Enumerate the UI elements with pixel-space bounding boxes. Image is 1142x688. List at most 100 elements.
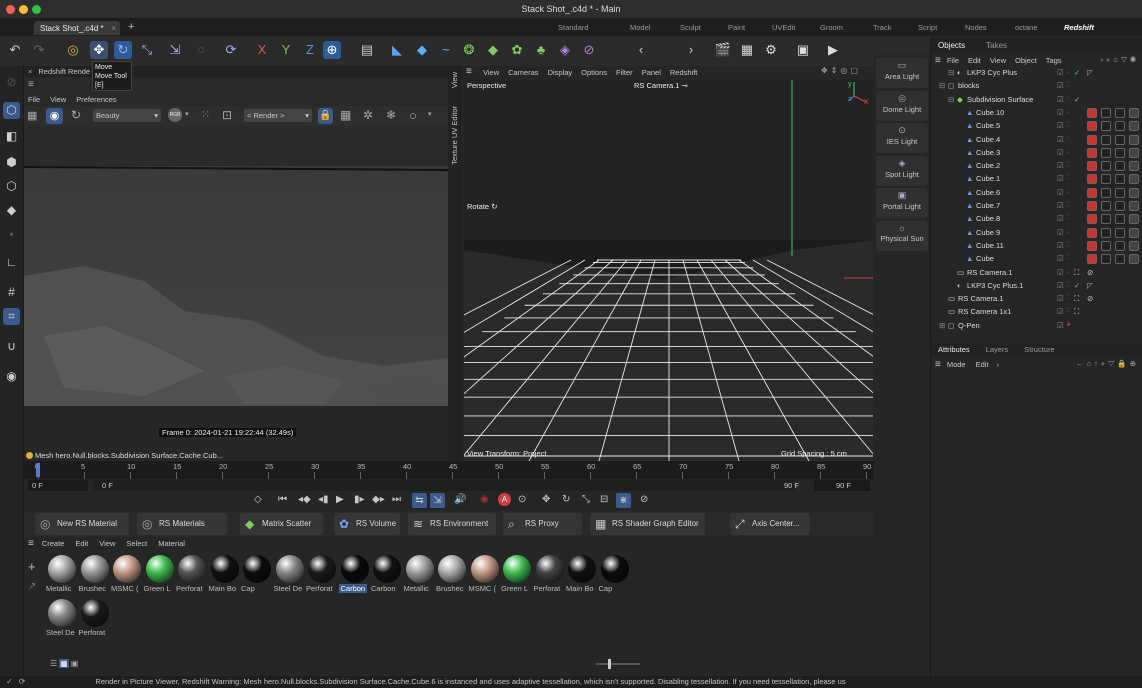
next-icon[interactable]: › bbox=[682, 41, 700, 59]
layer-checkbox-icon[interactable]: ☑ bbox=[1057, 212, 1064, 225]
close-tab-icon[interactable]: × bbox=[111, 24, 116, 33]
hamburger-menu-icon[interactable]: ≡ bbox=[28, 79, 34, 90]
tag-icon[interactable] bbox=[1087, 147, 1097, 158]
object-manager-tools-icons[interactable]: ›⌕⌂▽◉ bbox=[1101, 55, 1139, 65]
snap-icon[interactable]: # bbox=[3, 284, 20, 301]
visibility-dots-icon[interactable]: ⁚ bbox=[1067, 146, 1069, 159]
visibility-dots-icon[interactable]: ⁚ bbox=[1067, 239, 1069, 252]
tag-icon[interactable] bbox=[1115, 214, 1125, 225]
tag-icon[interactable] bbox=[1087, 240, 1097, 251]
y-axis-icon[interactable]: Y bbox=[277, 41, 295, 59]
render-view-menu-preferences[interactable]: Preferences bbox=[76, 95, 116, 104]
tag-icon[interactable] bbox=[1129, 201, 1139, 211]
scale-tool-icon[interactable]: ⤡ bbox=[138, 41, 156, 59]
go-to-end-icon[interactable]: ⏭ bbox=[392, 494, 401, 505]
live-selection-icon[interactable]: ◎ bbox=[64, 41, 82, 59]
fracture-icon[interactable]: ♣ bbox=[532, 41, 550, 59]
object-row[interactable]: ▲ Cube.6 ☑ ⁚ bbox=[931, 186, 1142, 199]
chevron-right-icon[interactable]: › bbox=[997, 360, 1000, 369]
snowflake-icon[interactable]: ✲ bbox=[363, 108, 373, 122]
render-view-menu-file[interactable]: File bbox=[28, 95, 40, 104]
layer-checkbox-icon[interactable]: ☑ bbox=[1057, 66, 1064, 79]
material-thumbnail[interactable]: Carbon bbox=[371, 553, 403, 595]
camera-target-icon[interactable]: ⛶ bbox=[1074, 292, 1079, 305]
layer-checkbox-icon[interactable]: ☑ bbox=[1057, 146, 1064, 159]
enabled-check-icon[interactable]: ✓ bbox=[1074, 93, 1080, 106]
keyframe-selection-icon[interactable]: ⊙ bbox=[518, 494, 526, 505]
material-thumbnail[interactable]: Steel De bbox=[274, 553, 306, 595]
objects-menu-file[interactable]: File bbox=[947, 56, 959, 65]
status-refresh-icon[interactable]: ⟳ bbox=[19, 676, 26, 688]
visibility-dots-icon[interactable]: ⁚ bbox=[1067, 79, 1069, 92]
edges-mode-icon[interactable]: ⬡ bbox=[3, 178, 20, 195]
tag-icon[interactable] bbox=[1115, 161, 1125, 172]
material-thumbnail[interactable]: Metallic bbox=[404, 553, 436, 595]
enabled-check-icon[interactable]: ✓ bbox=[1074, 66, 1080, 79]
sound-icon[interactable]: 🔊 bbox=[454, 494, 466, 505]
tag-icon[interactable] bbox=[1115, 227, 1125, 238]
tab-structure[interactable]: Structure bbox=[1024, 345, 1054, 354]
object-row[interactable]: ▲ Cube ☑ ⁚ bbox=[931, 252, 1142, 265]
camera-target-icon[interactable]: ⛶ bbox=[1074, 266, 1079, 279]
last-tool-icon[interactable]: ○ bbox=[192, 41, 210, 59]
materials-menu-edit[interactable]: Edit bbox=[75, 539, 88, 548]
tag-icon[interactable] bbox=[1115, 121, 1125, 132]
tag-icon[interactable] bbox=[1115, 174, 1125, 185]
record-disabled-icon[interactable]: ◉ bbox=[480, 494, 489, 505]
thumbnail-size-handle[interactable] bbox=[608, 659, 611, 669]
object-row[interactable]: ▭ RS Camera.1 ☑ ⁚ ⛶ ⊘ bbox=[931, 266, 1142, 279]
tag-icon[interactable] bbox=[1115, 240, 1125, 251]
viewport-menu-options[interactable]: Options bbox=[581, 68, 607, 77]
tab-layers[interactable]: Layers bbox=[986, 345, 1009, 354]
tag-icon[interactable] bbox=[1129, 240, 1139, 251]
material-thumbnail[interactable]: Green L bbox=[144, 553, 176, 595]
material-thumbnail[interactable]: Brushec bbox=[436, 553, 468, 595]
materials-menu-material[interactable]: Material bbox=[158, 539, 185, 548]
play-icon[interactable]: ▶ bbox=[336, 494, 344, 505]
visibility-dots-icon[interactable]: ⁚ bbox=[1067, 106, 1069, 119]
axis-mode-icon[interactable]: ∟ bbox=[3, 254, 20, 271]
chevron-down-icon[interactable]: ▾ bbox=[428, 110, 432, 118]
viewport-hamburger-icon[interactable]: ≡ bbox=[466, 66, 472, 77]
rs-button-rs-shader-graph-editor[interactable]: ▦ RS Shader Graph Editor bbox=[590, 513, 705, 535]
previous-key-icon[interactable]: ◂◆ bbox=[298, 494, 311, 505]
material-tools-icon[interactable]: ↗ bbox=[28, 581, 36, 592]
circle-icon[interactable]: ○ bbox=[409, 108, 417, 123]
tag-icon[interactable] bbox=[1129, 174, 1139, 185]
material-thumbnail[interactable]: Main Bo bbox=[566, 553, 598, 595]
material-thumbnail[interactable]: Cap bbox=[599, 553, 631, 595]
layout-tab-groom[interactable]: Groom bbox=[820, 23, 843, 32]
viewport-camera[interactable]: RS Camera.1 ⊸ bbox=[634, 81, 688, 90]
visibility-dots-icon[interactable]: ⁚ bbox=[1067, 186, 1069, 199]
material-thumbnail[interactable]: Perforat bbox=[79, 597, 111, 639]
keyframe-diamond-icon[interactable]: ◇ bbox=[254, 494, 262, 505]
grid-dots-icon[interactable]: ⁙ bbox=[201, 108, 210, 121]
object-row[interactable]: ▲ Cube.5 ☑ ⁚ bbox=[931, 119, 1142, 132]
tab-attributes[interactable]: Attributes bbox=[938, 345, 970, 354]
expand-icon[interactable]: ⊟ bbox=[939, 79, 945, 92]
start-frame-field[interactable]: 0 F bbox=[28, 480, 88, 491]
tag-icon[interactable] bbox=[1087, 214, 1097, 225]
uv-mode-icon[interactable]: ▪ bbox=[3, 226, 20, 243]
tag-icon[interactable] bbox=[1115, 201, 1125, 211]
tag-icon[interactable] bbox=[1101, 161, 1111, 172]
object-row[interactable]: ▲ Cube.9 ☑ ⁚ bbox=[931, 226, 1142, 239]
refresh-icon[interactable]: ↻ bbox=[71, 108, 81, 122]
key-param-icon[interactable]: ⊟ bbox=[600, 494, 608, 505]
rs-button-axis-center[interactable]: ⤢ Axis Center... bbox=[730, 513, 810, 535]
rs-button-matrix-scatter[interactable]: ◆ Matrix Scatter bbox=[240, 513, 323, 535]
layout-tab-paint[interactable]: Paint bbox=[728, 23, 745, 32]
tag-icon[interactable]: ◸ bbox=[1087, 279, 1093, 292]
object-row[interactable]: ⊞ ◻ Q-Pen ☑ ⁚ ● bbox=[931, 319, 1142, 332]
render-queue-icon[interactable]: ▶ bbox=[824, 41, 842, 59]
visibility-dots-icon[interactable]: ⁚ bbox=[1067, 133, 1069, 146]
deformer-icon[interactable]: ◈ bbox=[556, 41, 574, 59]
visibility-dots-icon[interactable]: ⁚ bbox=[1067, 305, 1069, 318]
material-thumbnail[interactable]: Steel De bbox=[46, 597, 78, 639]
layer-checkbox-icon[interactable]: ☑ bbox=[1057, 226, 1064, 239]
tag-icon[interactable] bbox=[1115, 254, 1125, 265]
thumbnail-size-slider[interactable] bbox=[596, 663, 640, 665]
expand-icon[interactable]: ⊞ bbox=[939, 319, 945, 332]
tag-icon[interactable] bbox=[1087, 254, 1097, 265]
light-button-portal-light[interactable]: ▣ Portal Light bbox=[876, 188, 928, 218]
